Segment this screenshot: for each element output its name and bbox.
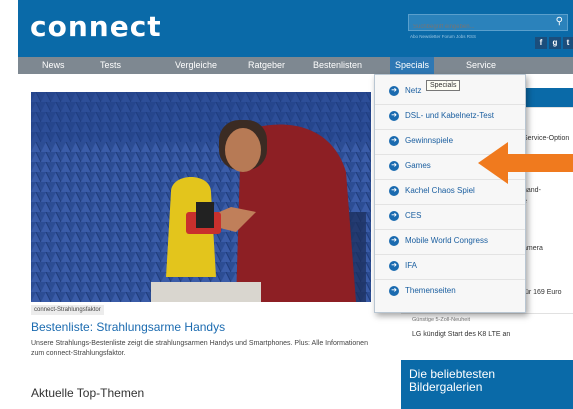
header-links[interactable]: Abo Newsletter Forum Jobs RSS — [410, 34, 476, 39]
dropdown-label: Themenseiten — [405, 286, 456, 295]
arrow-right-icon: ➜ — [389, 236, 399, 246]
dropdown-label: Games — [405, 161, 431, 170]
article-teaser: Unsere Strahlungs-Bestenliste zeigt die … — [31, 340, 368, 357]
main-nav: News Tests Vergleiche Ratgeber Bestenlis… — [18, 57, 573, 74]
nav-tests[interactable]: Tests — [100, 57, 121, 74]
arrow-right-icon: ➜ — [389, 161, 399, 171]
dropdown-item-ces[interactable]: ➜ CES — [375, 205, 525, 230]
right-divider — [401, 313, 573, 314]
highlight-arrow-icon — [478, 142, 573, 184]
nav-ratgeber[interactable]: Ratgeber — [248, 57, 285, 74]
gallery-box[interactable]: Die beliebtesten Bildergalerien — [401, 360, 573, 409]
right-teaser-5[interactable]: LG kündigt Start des K8 LTE an — [412, 331, 510, 338]
google-plus-icon[interactable]: g — [549, 37, 561, 49]
dropdown-label: CES — [405, 211, 422, 220]
tooltip: Specials — [426, 80, 461, 91]
nav-bestenlisten[interactable]: Bestenlisten — [313, 57, 362, 74]
nav-vergleiche[interactable]: Vergleiche — [175, 57, 217, 74]
search-box[interactable]: ⚲ — [408, 14, 568, 35]
right-teaser-5-kicker: Günstige 5-Zoll-Neuheit — [412, 317, 471, 323]
nav-news[interactable]: News — [42, 57, 65, 74]
nav-service[interactable]: Service — [466, 57, 496, 74]
radiation-lab-photo — [31, 92, 371, 302]
dropdown-label: Netz — [405, 86, 422, 95]
site-header: connect ⚲ Abo Newsletter Forum Jobs RSS … — [18, 0, 573, 57]
dropdown-label: Gewinnspiele — [405, 136, 454, 145]
section-title: Aktuelle Top-Themen — [31, 386, 145, 400]
arrow-right-icon: ➜ — [389, 211, 399, 221]
dropdown-label: DSL- und Kabelnetz-Test — [405, 111, 494, 120]
arrow-right-icon: ➜ — [389, 86, 399, 96]
search-icon[interactable]: ⚲ — [556, 16, 563, 27]
dropdown-label: Kachel Chaos Spiel — [405, 186, 475, 195]
twitter-icon[interactable]: t — [563, 37, 573, 49]
specials-dropdown: ➜ Netz ➜ DSL- und Kabelnetz-Test ➜ Gewin… — [374, 74, 526, 313]
article-tag[interactable]: connect-Strahlungsfaktor — [31, 305, 104, 315]
hero-image[interactable] — [31, 92, 371, 302]
dropdown-item-dsl[interactable]: ➜ DSL- und Kabelnetz-Test — [375, 105, 525, 130]
dropdown-label: Mobile World Congress — [405, 236, 488, 245]
nav-specials[interactable]: Specials — [390, 57, 435, 74]
dropdown-item-themenseiten[interactable]: ➜ Themenseiten — [375, 280, 525, 305]
browser-page: connect ⚲ Abo Newsletter Forum Jobs RSS … — [18, 0, 573, 409]
right-teaser-4[interactable]: für 169 Euro — [523, 289, 562, 296]
arrow-right-icon: ➜ — [389, 261, 399, 271]
search-input[interactable] — [409, 19, 549, 35]
dropdown-label: IFA — [405, 261, 418, 270]
arrow-right-icon: ➜ — [389, 286, 399, 296]
facebook-icon[interactable]: f — [535, 37, 547, 49]
gallery-title[interactable]: Die beliebtesten Bildergalerien — [409, 368, 559, 394]
article-headline[interactable]: Bestenliste: Strahlungsarme Handys — [31, 320, 225, 334]
arrow-right-icon: ➜ — [389, 136, 399, 146]
dropdown-item-mwc[interactable]: ➜ Mobile World Congress — [375, 230, 525, 255]
arrow-right-icon: ➜ — [389, 186, 399, 196]
arrow-right-icon: ➜ — [389, 111, 399, 121]
dropdown-item-ifa[interactable]: ➜ IFA — [375, 255, 525, 280]
site-logo[interactable]: connect — [30, 10, 162, 43]
